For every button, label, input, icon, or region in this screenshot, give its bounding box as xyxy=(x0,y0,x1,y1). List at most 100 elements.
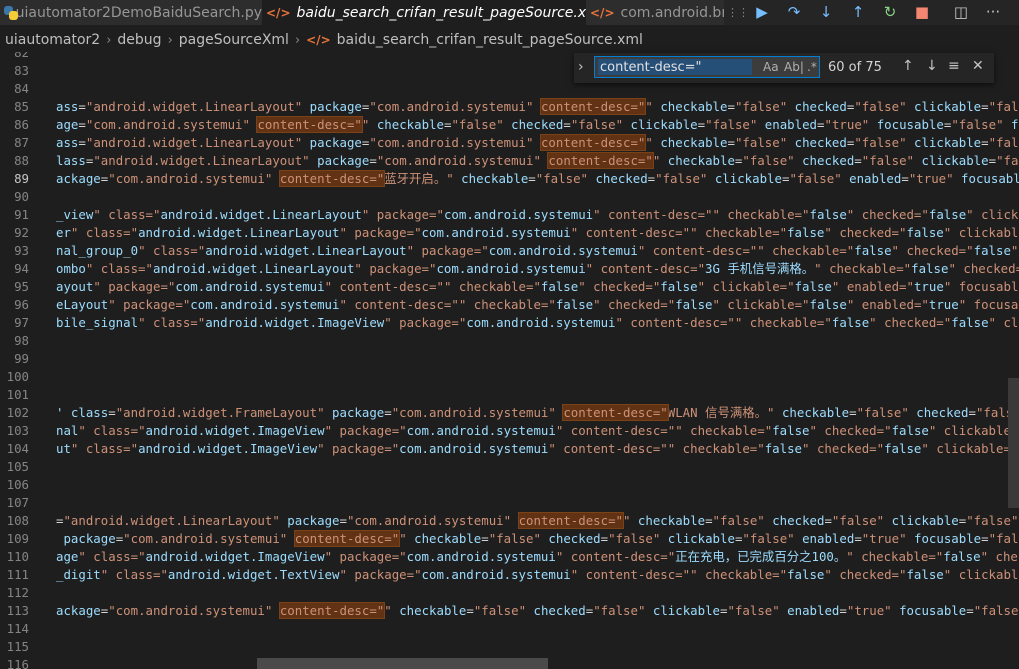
line-number: 103 xyxy=(6,423,29,438)
breadcrumb-item[interactable]: baidu_search_crifan_result_pageSource.xm… xyxy=(337,32,643,48)
code-text: ackage="com.android.systemui" content-de… xyxy=(56,602,1019,619)
line-number: 114 xyxy=(6,621,29,636)
code-text: bile_signal" class="android.widget.Image… xyxy=(56,315,1019,330)
code-line[interactable]: 94 ombo" class="android.widget.LinearLayo… xyxy=(0,260,1019,278)
line-number: 99 xyxy=(14,351,29,366)
match-count: 60 of 75 xyxy=(828,60,882,75)
line-number: 111 xyxy=(6,567,29,582)
code-line[interactable]: 99 xyxy=(0,350,1019,368)
drag-handle-icon[interactable]: ⋮⋮ xyxy=(727,2,749,22)
line-number: 116 xyxy=(6,657,29,669)
close-icon[interactable]: ✕ xyxy=(972,58,984,74)
breadcrumb-item[interactable]: uiautomator2 xyxy=(5,32,100,48)
line-number: 96 xyxy=(14,297,29,312)
code-line[interactable]: 110 age" class="android.widget.ImageView"… xyxy=(0,548,1019,566)
line-number: 85 xyxy=(14,99,29,114)
code-editor[interactable]: 82 83 84 85 ass="android.widget.LinearLayout… xyxy=(0,52,1019,669)
code-line[interactable]: 96 eLayout" package="com.android.systemui… xyxy=(0,296,1019,314)
code-line[interactable]: 100 xyxy=(0,368,1019,386)
code-line[interactable]: 98 xyxy=(0,332,1019,350)
code-line[interactable]: 97 bile_signal" class="android.widget.Ima… xyxy=(0,314,1019,332)
code-line[interactable]: 85 ass="android.widget.LinearLayout" pack… xyxy=(0,98,1019,116)
breadcrumb-item[interactable]: pageSourceXml xyxy=(179,32,289,48)
tab-xml-second[interactable]: </> com.android.brov xyxy=(586,0,724,25)
toggle-replace-icon[interactable]: › xyxy=(578,59,584,75)
vertical-scrollbar[interactable] xyxy=(1008,378,1019,508)
code-line[interactable]: 86 age="com.android.systemui" content-des… xyxy=(0,116,1019,134)
code-line[interactable]: 115 xyxy=(0,638,1019,656)
find-input-box: Aa Ab| .* xyxy=(594,56,820,78)
find-in-selection-icon[interactable]: ≡ xyxy=(948,58,960,74)
code-line[interactable]: 111 _digit" class="android.widget.TextVie… xyxy=(0,566,1019,584)
code-line[interactable]: 92 er" class="android.widget.LinearLayout… xyxy=(0,224,1019,242)
line-number: 92 xyxy=(14,225,29,240)
code-line[interactable]: 95 ayout" package="com.android.systemui" … xyxy=(0,278,1019,296)
restart-icon[interactable]: ↻ xyxy=(879,2,901,22)
code-line[interactable]: 106 xyxy=(0,476,1019,494)
split-editor-icon[interactable]: ◫ xyxy=(950,2,972,22)
code-line[interactable]: 107 xyxy=(0,494,1019,512)
line-number: 95 xyxy=(14,279,29,294)
find-input[interactable] xyxy=(598,59,752,75)
code-line[interactable]: 87 ass="android.widget.LinearLayout" pack… xyxy=(0,134,1019,152)
code-line[interactable]: 104 ut" class="android.widget.ImageView" … xyxy=(0,440,1019,458)
line-number: 113 xyxy=(6,603,29,618)
code-text: _view" class="android.widget.LinearLayou… xyxy=(56,207,1019,222)
tab-python-file[interactable]: uiautomator2DemoBaiduSearch.py xyxy=(0,0,262,25)
code-line[interactable]: 88 lass="android.widget.LinearLayout" pac… xyxy=(0,152,1019,170)
step-out-icon[interactable]: ↑ xyxy=(847,2,869,22)
step-into-icon[interactable]: ↓ xyxy=(815,2,837,22)
stop-icon[interactable]: ■ xyxy=(911,2,933,22)
code-line[interactable]: 105 xyxy=(0,458,1019,476)
previous-match-icon[interactable]: ↑ xyxy=(902,58,914,74)
code-text: ombo" class="android.widget.LinearLayout… xyxy=(56,261,1019,276)
code-text: ackage="com.android.systemui" content-de… xyxy=(56,170,1019,187)
code-text: er" class="android.widget.LinearLayout" … xyxy=(56,225,1019,240)
code-line[interactable]: 93 nal_group_0" class="android.widget.Lin… xyxy=(0,242,1019,260)
code-line[interactable]: 102 ' class="android.widget.FrameLayout" … xyxy=(0,404,1019,422)
code-text: _digit" class="android.widget.TextView" … xyxy=(56,567,1019,582)
code-text: ass="android.widget.LinearLayout" packag… xyxy=(56,98,1019,115)
code-text: ass="android.widget.LinearLayout" packag… xyxy=(56,134,1019,151)
line-number: 115 xyxy=(6,639,29,654)
match-case-icon[interactable]: Aa xyxy=(763,60,779,74)
continue-icon[interactable]: ▶ xyxy=(751,2,773,22)
code-text: age="com.android.systemui" content-desc=… xyxy=(56,116,1019,133)
tab-label: baidu_search_crifan_result_pageSource.xm… xyxy=(296,4,587,21)
code-text: ut" class="android.widget.ImageView" pac… xyxy=(56,441,1019,456)
code-line[interactable]: 90 xyxy=(0,188,1019,206)
next-match-icon[interactable]: ↓ xyxy=(926,58,938,74)
line-number: 98 xyxy=(14,333,29,348)
code-line[interactable]: 89 ackage="com.android.systemui" content-… xyxy=(0,170,1019,188)
horizontal-scrollbar[interactable] xyxy=(257,658,548,669)
chevron-right-icon: › xyxy=(294,32,301,48)
step-over-icon[interactable]: ↷ xyxy=(783,2,805,22)
code-line[interactable]: 108 ="android.widget.LinearLayout" packag… xyxy=(0,512,1019,530)
line-number: 88 xyxy=(14,153,29,168)
more-actions-icon[interactable]: ··· xyxy=(982,2,1004,22)
line-number: 94 xyxy=(14,261,29,276)
code-text: ="android.widget.LinearLayout" package="… xyxy=(56,512,1019,529)
code-line[interactable]: 91 _view" class="android.widget.LinearLay… xyxy=(0,206,1019,224)
whole-word-icon[interactable]: Ab| xyxy=(784,60,804,74)
line-number: 101 xyxy=(6,387,29,402)
code-line[interactable]: 113 ackage="com.android.systemui" content… xyxy=(0,602,1019,620)
code-text: package="com.android.systemui" content-d… xyxy=(56,530,1019,547)
code-text: age" class="android.widget.ImageView" pa… xyxy=(56,549,1019,564)
line-number: 83 xyxy=(14,63,29,78)
line-number: 107 xyxy=(6,495,29,510)
line-number: 93 xyxy=(14,243,29,258)
line-number: 100 xyxy=(6,369,29,384)
code-line[interactable]: 114 xyxy=(0,620,1019,638)
breadcrumb: uiautomator2 › debug › pageSourceXml › <… xyxy=(0,29,1019,51)
code-line[interactable]: 109 package="com.android.systemui" conte… xyxy=(0,530,1019,548)
code-line[interactable]: 101 xyxy=(0,386,1019,404)
regex-icon[interactable]: .* xyxy=(807,60,817,74)
code-line[interactable]: 112 xyxy=(0,584,1019,602)
find-widget: › Aa Ab| .* 60 of 75 ↑ ↓ ≡ ✕ xyxy=(574,53,994,83)
line-number: 97 xyxy=(14,315,29,330)
code-line[interactable]: 103 nal" class="android.widget.ImageView"… xyxy=(0,422,1019,440)
breadcrumb-item[interactable]: debug xyxy=(117,32,161,48)
tab-xml-active[interactable]: </> baidu_search_crifan_result_pageSourc… xyxy=(262,0,586,25)
code-text: ' class="android.widget.FrameLayout" pac… xyxy=(56,404,1019,421)
